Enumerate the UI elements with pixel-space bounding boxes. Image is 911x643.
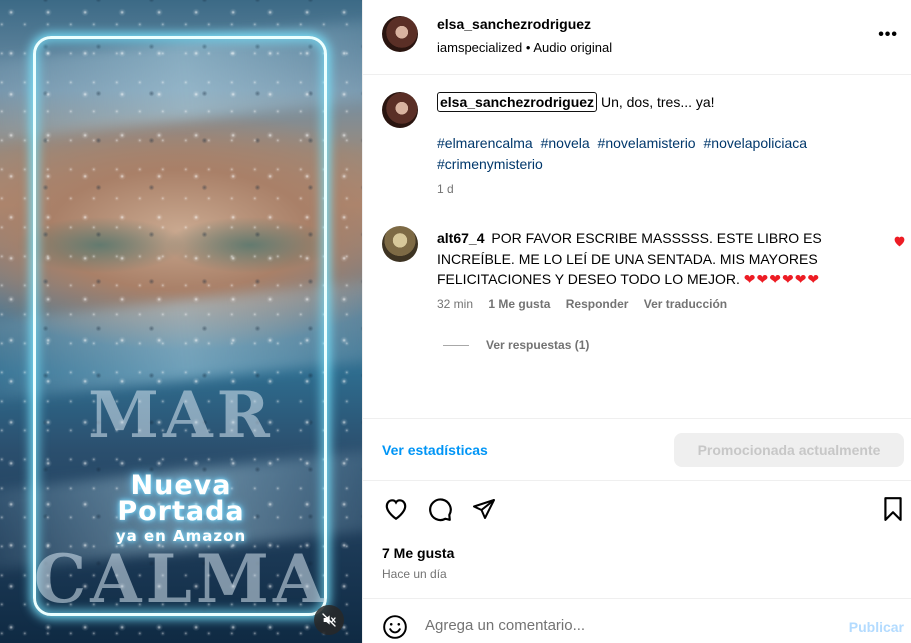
view-replies-button[interactable]: Ver respuestas (1) <box>443 338 589 352</box>
audio-info: iamspecialized • Audio original <box>437 40 612 55</box>
hashtag-link[interactable]: #novelapoliciaca <box>704 135 808 151</box>
audio-link[interactable]: Audio original <box>533 40 612 55</box>
comment-composer: Publicar <box>363 598 911 643</box>
comment-text: alt67_4 POR FAVOR ESCRIBE MASSSSS. ESTE … <box>437 228 869 290</box>
post-details-panel: elsa_sanchezrodriguez iamspecialized • A… <box>362 0 911 643</box>
avatar[interactable] <box>382 16 418 52</box>
post-timestamp[interactable]: Hace un día <box>382 567 447 581</box>
post-media[interactable]: MAR CALMA Nueva Portada ya en Amazon <box>0 0 362 643</box>
view-replies-label: Ver respuestas (1) <box>486 338 590 352</box>
share-button[interactable] <box>470 495 498 523</box>
caption-username[interactable]: elsa_sanchezrodriguez <box>437 92 598 112</box>
author-username[interactable]: elsa_sanchezrodriguez <box>437 16 591 32</box>
publish-button[interactable]: Publicar <box>849 619 904 635</box>
cover-title-word: CALMA <box>33 540 329 618</box>
hashtag-list: #elmarencalma #novela #novelamisterio #n… <box>437 133 877 175</box>
bookmark-icon <box>884 497 902 521</box>
smiley-icon <box>383 615 407 639</box>
avatar[interactable] <box>382 92 418 128</box>
comment-likes[interactable]: 1 Me gusta <box>488 297 550 311</box>
audio-owner-link[interactable]: iamspecialized <box>437 40 522 55</box>
separator: • <box>522 40 534 55</box>
likes-count[interactable]: 7 Me gusta <box>382 545 454 561</box>
comment-meta: 32 min 1 Me gusta Responder Ver traducci… <box>437 297 739 311</box>
post-header: elsa_sanchezrodriguez iamspecialized • A… <box>363 0 911 75</box>
comment-time[interactable]: 32 min <box>437 297 473 311</box>
caption-timestamp[interactable]: 1 d <box>437 182 454 196</box>
comment-like-button[interactable] <box>893 234 906 252</box>
action-bar <box>363 495 911 527</box>
paper-plane-icon <box>473 499 495 519</box>
hashtag-link[interactable]: #elmarencalma <box>437 135 533 151</box>
heart-outline-icon <box>385 499 407 521</box>
hashtag-link[interactable]: #novela <box>541 135 590 151</box>
comment-input[interactable] <box>425 611 815 639</box>
heart-emojis: ❤❤❤❤❤❤ <box>743 271 821 287</box>
promo-subtext: ya en Amazon <box>115 527 247 545</box>
emoji-button[interactable] <box>382 614 408 643</box>
translate-button[interactable]: Ver traducción <box>644 297 727 311</box>
more-options-icon[interactable]: ••• <box>878 26 898 44</box>
comment-button[interactable] <box>426 495 454 523</box>
like-button[interactable] <box>382 495 410 523</box>
cover-title-word: MAR <box>88 378 274 453</box>
hashtag-link[interactable]: #crimenymisterio <box>437 156 543 172</box>
comment-bubble-icon <box>429 498 452 522</box>
caption-body: Un, dos, tres... ya! <box>597 94 715 110</box>
hashtag-link[interactable]: #novelamisterio <box>598 135 696 151</box>
speaker-muted-icon <box>322 613 336 627</box>
divider <box>443 344 469 346</box>
caption-text: elsa_sanchezrodriguez Un, dos, tres... y… <box>437 92 715 112</box>
comment-username[interactable]: alt67_4 <box>437 230 484 246</box>
save-button[interactable] <box>879 495 907 523</box>
stats-row: Ver estadísticas Promocionada actualment… <box>363 418 911 481</box>
avatar[interactable] <box>382 226 418 262</box>
promoted-button[interactable]: Promocionada actualmente <box>674 433 904 467</box>
view-stats-link[interactable]: Ver estadísticas <box>382 442 488 458</box>
reply-button[interactable]: Responder <box>566 297 629 311</box>
heart-filled-icon <box>894 236 905 247</box>
promo-text: Portada <box>117 496 245 527</box>
mute-button[interactable] <box>314 605 344 635</box>
